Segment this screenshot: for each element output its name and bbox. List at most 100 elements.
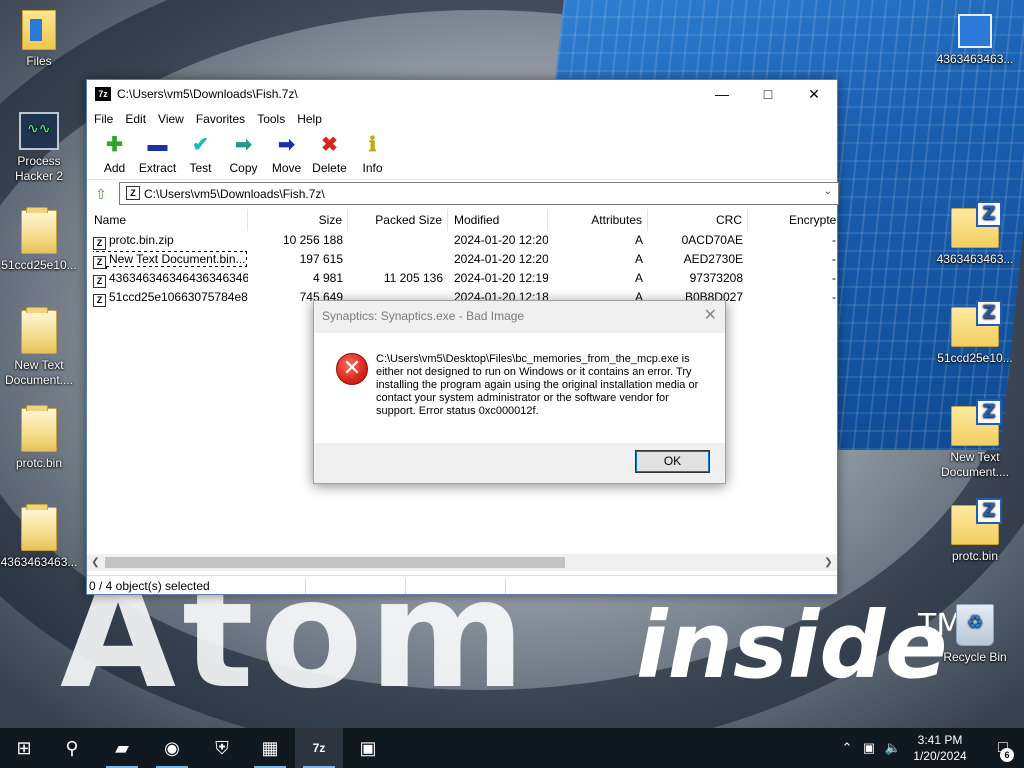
toolbar: ✚ Add ▬ Extract ✔ Test ➡ Copy ➡ Move ✖ Delete ℹ Info — [87, 130, 837, 180]
desktop-icon-recycle-bin[interactable]: ♻ Recycle Bin — [936, 604, 1014, 665]
desktop-icon-files[interactable]: Files — [0, 10, 78, 69]
toolbar-button-label: Move — [271, 161, 302, 175]
copy-arrow-icon: ➡ — [235, 134, 252, 156]
search-icon[interactable]: ⚲ — [48, 728, 96, 768]
maximize-button[interactable]: □ — [745, 80, 791, 108]
notification-center-icon[interactable]: □ 6 — [984, 728, 1022, 768]
file-name-text: 4363463463464363463463... — [109, 271, 248, 285]
toolbar-move-button[interactable]: ➡ Move — [265, 130, 308, 175]
menu-tools[interactable]: Tools — [253, 112, 293, 126]
desktop-icon-4363463463-shortcut[interactable]: 4363463463... — [936, 14, 1014, 67]
start-icon[interactable]: ⊞ — [0, 728, 48, 768]
zip-folder-icon: Z — [951, 300, 1002, 347]
chrome-icon[interactable]: ◉ — [148, 728, 196, 768]
column-header-modified[interactable]: Modified — [448, 209, 548, 231]
column-header-packed-size[interactable]: Packed Size — [348, 209, 448, 231]
zip-folder-icon: Z — [951, 399, 1002, 446]
column-header-size[interactable]: Size — [248, 209, 348, 231]
volume-icon[interactable]: 🔈 — [882, 728, 904, 768]
minimize-button[interactable]: — — [699, 80, 745, 108]
table-row[interactable]: Zprotc.bin.zip 10 256 188 2024-01-20 12:20… — [87, 231, 837, 250]
file-name-text: New Text Document.bin... — [109, 252, 246, 266]
scroll-left-icon[interactable]: ❮ — [87, 554, 104, 571]
desktop-icon-4363463463-zip[interactable]: Z 4363463463... — [936, 201, 1014, 267]
file-name: Z New Text Document.bin... — [93, 251, 247, 269]
minus-icon: ▬ — [147, 134, 168, 156]
toolbar-delete-button[interactable]: ✖ Delete — [308, 130, 351, 175]
desktop-icon-process-hacker[interactable]: ∿∿ Process Hacker 2 — [0, 112, 78, 184]
desktop-icon-label: Process Hacker 2 — [14, 154, 64, 183]
task-manager-icon[interactable]: ▦ — [246, 728, 294, 768]
horizontal-scrollbar[interactable]: ❮ ❯ — [87, 554, 837, 571]
toolbar-button-label: Add — [103, 161, 126, 175]
security-shield-icon[interactable]: ⛨ — [198, 728, 246, 768]
menu-favorites[interactable]: Favorites — [192, 112, 253, 126]
column-header-attributes[interactable]: Attributes — [548, 209, 648, 231]
scroll-right-icon[interactable]: ❯ — [820, 554, 837, 571]
file-explorer-icon[interactable]: ▰ — [98, 728, 146, 768]
close-button[interactable]: ✕ — [791, 80, 837, 108]
status-text: 0 / 4 object(s) selected — [89, 579, 210, 593]
toolbar-button-label: Extract — [138, 161, 177, 175]
address-row: ⇧ Z C:\Users\vm5\Downloads\Fish.7z\ ⌄ — [87, 180, 839, 208]
ok-button[interactable]: OK — [635, 450, 710, 473]
table-row[interactable]: Z4363463463464363463463... 4 981 11 205 13… — [87, 269, 837, 288]
file-enc-cell: - — [832, 271, 836, 285]
bad-image-dialog: Synaptics: Synaptics.exe - Bad Image ✕ ✕… — [313, 300, 726, 484]
scrollbar-thumb[interactable] — [105, 557, 565, 568]
7zip-app-icon: 7z — [95, 87, 111, 101]
menu-file[interactable]: File — [90, 112, 121, 126]
desktop-icon-new-text-document[interactable]: New Text Document.... — [0, 307, 78, 388]
error-icon: ✕ — [336, 353, 368, 385]
status-divider — [405, 578, 406, 594]
wallpaper-inside-text: inside — [636, 592, 948, 699]
folder-icon — [21, 504, 57, 551]
address-text: C:\Users\vm5\Downloads\Fish.7z\ — [144, 187, 325, 201]
desktop-icon-51ccd25e10-zip[interactable]: Z 51ccd25e10... — [936, 300, 1014, 366]
menu-view[interactable]: View — [154, 112, 192, 126]
menu-help[interactable]: Help — [293, 112, 330, 126]
toolbar-add-button[interactable]: ✚ Add — [93, 130, 136, 175]
file-modified-cell: 2024-01-20 12:19 — [454, 271, 548, 285]
desktop-icon-4363463463[interactable]: 4363463463... — [0, 504, 78, 570]
dialog-close-icon[interactable]: ✕ — [704, 305, 717, 325]
window-app-icon[interactable]: ▣ — [344, 728, 392, 768]
status-bar: 0 / 4 object(s) selected — [87, 575, 837, 595]
column-header-encrypted[interactable]: Encrypte — [748, 209, 837, 231]
file-name-cell: Zprotc.bin.zip — [93, 231, 248, 250]
toolbar-test-button[interactable]: ✔ Test — [179, 130, 222, 175]
file-name-cell: Z 51ccd25e10663075784e8... — [93, 288, 248, 307]
clock[interactable]: 3:41 PM 1/20/2024 — [904, 732, 976, 764]
desktop-icon-51ccd25e10[interactable]: 51ccd25e10... — [0, 207, 78, 273]
menu-edit[interactable]: Edit — [121, 112, 154, 126]
toolbar-extract-button[interactable]: ▬ Extract — [136, 130, 179, 175]
file-name: Z 51ccd25e10663075784e8... — [93, 290, 248, 307]
file-enc-cell: - — [832, 233, 836, 247]
window-titlebar[interactable]: 7z C:\Users\vm5\Downloads\Fish.7z\ — □ ✕ — [87, 80, 837, 108]
7zip-taskbar-icon[interactable]: 7z — [295, 728, 343, 768]
plus-icon: ✚ — [106, 134, 123, 156]
up-folder-icon[interactable]: ⇧ — [92, 185, 110, 203]
show-hidden-icons-icon[interactable]: ⌃ — [838, 728, 856, 768]
column-header-name[interactable]: Name — [87, 209, 248, 231]
file-crc-cell: 0ACD70AE — [681, 233, 743, 247]
file-name: Z4363463463464363463463... — [93, 271, 248, 288]
desktop-icon-protc-bin-zip[interactable]: Z protc.bin — [936, 498, 1014, 564]
status-divider — [305, 578, 306, 594]
table-row[interactable]: Z New Text Document.bin... 197 615 2024-01-… — [87, 250, 837, 269]
desktop-icon-new-text-document-zip[interactable]: Z New Text Document.... — [936, 399, 1014, 480]
taskbar: ⌃ ▣ 🔈 3:41 PM 1/20/2024 □ 6 ⊞ ⚲ ▰ ◉ ⛨ ▦ 7z ▣ — [0, 728, 1024, 768]
desktop-icon-label: Files — [26, 54, 52, 68]
network-icon[interactable]: ▣ — [858, 728, 880, 768]
address-bar[interactable]: Z C:\Users\vm5\Downloads\Fish.7z\ ⌄ — [119, 182, 839, 205]
toolbar-info-button[interactable]: ℹ Info — [351, 130, 394, 175]
file-size-cell: 4 981 — [312, 271, 343, 285]
column-header-crc[interactable]: CRC — [648, 209, 748, 231]
chevron-down-icon[interactable]: ⌄ — [824, 186, 832, 197]
file-crc-cell: AED2730E — [683, 252, 743, 266]
notification-badge: 6 — [1000, 748, 1014, 762]
clock-date: 1/20/2024 — [913, 749, 967, 763]
toolbar-copy-button[interactable]: ➡ Copy — [222, 130, 265, 175]
files-icon — [22, 10, 56, 50]
desktop-icon-protc-bin[interactable]: protc.bin — [0, 405, 78, 471]
